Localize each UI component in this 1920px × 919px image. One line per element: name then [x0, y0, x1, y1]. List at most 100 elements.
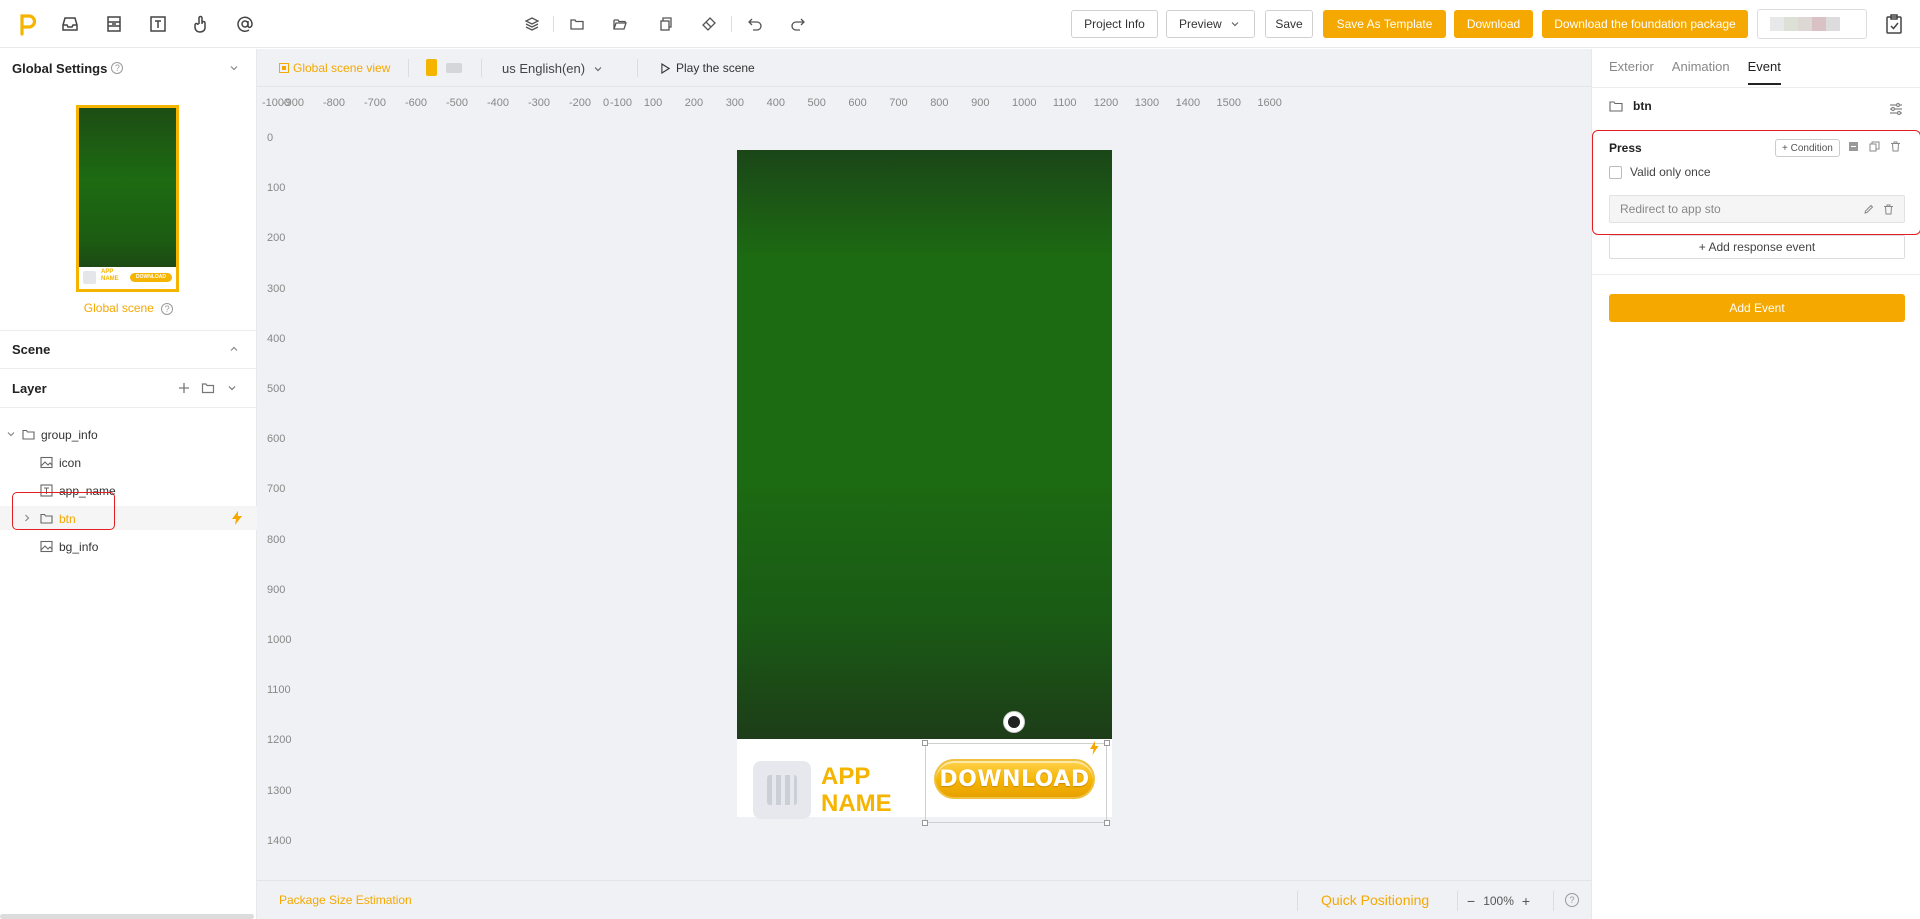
ruler-tick-label: 400 [766, 97, 785, 109]
avatar-pixel [1784, 17, 1798, 31]
ruler-tick-label: 300 [725, 97, 745, 109]
layer-row-icon[interactable]: icon [0, 450, 257, 474]
inbox-icon[interactable] [60, 14, 80, 34]
chevron-up-icon[interactable] [229, 344, 239, 354]
download-foundation-button[interactable]: Download the foundation package [1542, 10, 1748, 38]
thumbnail-download-button: DOWNLOAD [130, 273, 172, 282]
ruler-tick-label: 1100 [1052, 97, 1077, 109]
toolbar-divider [553, 16, 554, 32]
add-event-button[interactable]: Add Event [1609, 294, 1905, 322]
project-info-button[interactable]: Project Info [1071, 10, 1158, 38]
global-settings-header[interactable]: Global Settings ? [0, 49, 257, 87]
at-icon[interactable] [235, 14, 255, 34]
toolbar-divider [481, 59, 482, 77]
copy-icon[interactable] [657, 15, 675, 33]
global-scene-label[interactable]: Global scene ? [0, 301, 257, 315]
edit-event-icon[interactable] [1848, 141, 1859, 152]
chevron-down-icon[interactable] [6, 429, 16, 439]
vertical-ruler: 0 100 200 300 400 500 600 700 800 900 1000 1100 1200… [257, 117, 291, 877]
ruler-tick-label: 900 [267, 583, 286, 596]
layer-row-bg-info[interactable]: bg_info [0, 534, 257, 558]
add-layer-icon[interactable] [177, 381, 191, 395]
background-image[interactable] [737, 150, 1112, 739]
clipboard-check-icon[interactable] [1884, 13, 1904, 35]
trash-icon[interactable] [1890, 141, 1901, 152]
zoom-in-button[interactable]: + [1522, 893, 1530, 909]
landscape-orientation-icon[interactable] [446, 63, 462, 73]
ruler-tick-label: -600 [405, 97, 428, 109]
add-response-event-button[interactable]: + Add response event [1609, 235, 1905, 259]
eraser-icon[interactable] [700, 15, 718, 33]
save-button[interactable]: Save [1265, 10, 1313, 38]
chevron-down-icon [1231, 22, 1239, 27]
quick-positioning-link[interactable]: Quick Positioning [1321, 892, 1429, 908]
property-tabs: Exterior Animation Event [1609, 49, 1781, 85]
folder-open-icon[interactable] [611, 15, 629, 33]
add-condition-button[interactable]: + Condition [1775, 139, 1840, 157]
ruler-tick-label: 1100 [267, 684, 291, 697]
preview-button[interactable]: Preview [1166, 10, 1255, 38]
horizontal-scrollbar[interactable] [0, 914, 254, 919]
tab-animation[interactable]: Animation [1672, 49, 1730, 85]
canvas-footer: Package Size Estimation Quick Positionin… [257, 880, 1591, 919]
resize-handle[interactable] [922, 820, 928, 826]
download-cta-button[interactable]: DOWNLOAD [934, 759, 1095, 799]
checkbox-box[interactable] [1609, 165, 1622, 179]
ruler-tick-label: 700 [889, 97, 908, 109]
ruler-tick-label: -500 [446, 97, 469, 109]
response-action-field[interactable]: Redirect to app sto [1609, 195, 1905, 223]
trash-icon[interactable] [1883, 204, 1894, 215]
sliders-icon[interactable] [1888, 101, 1904, 117]
thumbnail-footer: APP NAME DOWNLOAD [79, 267, 176, 289]
zoom-out-button[interactable]: − [1467, 893, 1475, 909]
ruler-tick-label: 1200 [1093, 97, 1119, 109]
global-scene-view-toggle[interactable]: Global scene view [279, 61, 390, 75]
ruler-tick-label: 1400 [1175, 97, 1201, 109]
package-size-link[interactable]: Package Size Estimation [279, 893, 412, 907]
avatar-pixel [1770, 17, 1784, 31]
artboard[interactable]: APP NAME DOWNLOAD [737, 150, 1112, 826]
tab-exterior[interactable]: Exterior [1609, 49, 1654, 85]
app-name-line: NAME [821, 790, 892, 817]
pencil-icon[interactable] [1863, 204, 1874, 215]
avatar-pixel [1812, 17, 1826, 31]
ruler-tick-label: -200 [569, 97, 592, 109]
copy-icon[interactable] [1869, 141, 1880, 152]
valid-once-checkbox[interactable]: Valid only once [1609, 165, 1711, 179]
resize-handle[interactable] [922, 740, 928, 746]
scene-header[interactable]: Scene [0, 330, 257, 368]
app-name-text[interactable]: APP NAME [821, 763, 892, 817]
help-icon[interactable]: ? [111, 62, 124, 74]
play-icon [661, 62, 670, 74]
ruler-tick-label: 600 [267, 433, 286, 446]
portrait-orientation-icon[interactable] [426, 59, 437, 76]
help-icon[interactable]: ? [161, 303, 174, 315]
user-avatar-box[interactable] [1757, 9, 1867, 39]
rotate-handle-icon[interactable] [1003, 711, 1025, 733]
add-folder-icon[interactable] [201, 381, 215, 395]
touch-icon[interactable] [191, 14, 211, 34]
chevron-down-icon[interactable] [229, 63, 239, 73]
folder-icon[interactable] [568, 15, 586, 33]
resize-handle[interactable] [1104, 740, 1110, 746]
resize-handle[interactable] [1104, 820, 1110, 826]
chevron-down-icon[interactable] [225, 381, 239, 395]
text-tool-icon[interactable] [148, 14, 168, 34]
ruler-tick-label: 700 [267, 483, 286, 496]
tab-event[interactable]: Event [1747, 49, 1781, 85]
logo-icon[interactable] [18, 12, 38, 36]
layout-icon[interactable] [104, 14, 124, 34]
layer-row-group-info[interactable]: group_info [0, 422, 257, 446]
app-icon-placeholder[interactable] [753, 761, 811, 819]
layer-tools [177, 369, 239, 407]
play-scene-button[interactable]: Play the scene [661, 61, 755, 75]
ruler-tick-label: 900 [971, 97, 990, 109]
download-button[interactable]: Download [1454, 10, 1533, 38]
global-scene-thumbnail[interactable]: APP NAME DOWNLOAD [76, 105, 179, 292]
save-as-template-button[interactable]: Save As Template [1323, 10, 1446, 38]
undo-icon[interactable] [746, 15, 764, 33]
language-select[interactable]: us English(en) [502, 61, 603, 76]
layers-icon[interactable] [523, 15, 541, 33]
redo-icon[interactable] [789, 15, 807, 33]
help-icon[interactable]: ? [1565, 893, 1579, 907]
